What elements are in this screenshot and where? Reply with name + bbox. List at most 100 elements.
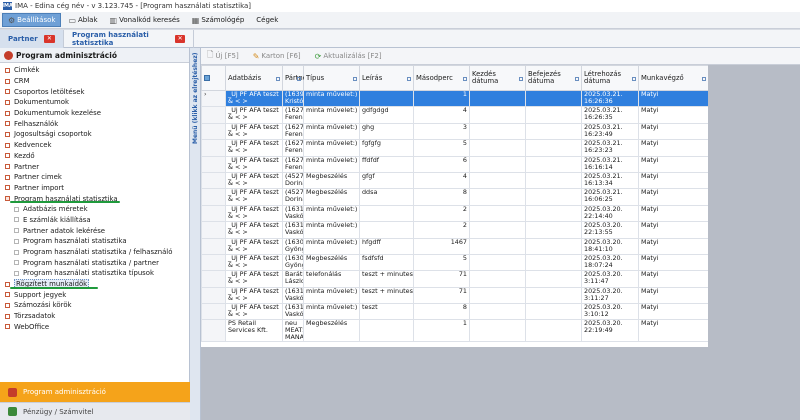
row-indicator[interactable]	[201, 204, 226, 223]
sidebar-item[interactable]: Kezdő	[0, 151, 189, 162]
table-row[interactable]: _Új PF ÁFA teszt & < >(16311 Vaskóminta …	[201, 221, 709, 239]
table-row[interactable]: _Új PF ÁFA teszt & < >(45277 DorinaMegbe…	[201, 188, 709, 206]
module-program-admin[interactable]: Program adminisztráció	[0, 382, 190, 402]
column-header[interactable]: Másodperc	[413, 65, 470, 91]
row-indicator[interactable]	[201, 171, 226, 190]
row-indicator[interactable]	[201, 270, 226, 288]
sidebar-item[interactable]: Kedvencek	[0, 140, 189, 151]
sidebar-item[interactable]: Törzsadatok	[0, 311, 189, 322]
menu-companies[interactable]: Cégek	[251, 13, 283, 27]
row-indicator[interactable]	[201, 188, 226, 206]
sidebar-item[interactable]: Dokumentumok kezelése	[0, 108, 189, 119]
sidebar-item[interactable]: Számozási körök	[0, 300, 189, 311]
menu-barcode-search[interactable]: ▥ Vonalkód keresés	[105, 13, 185, 27]
column-filter-icon[interactable]	[575, 77, 579, 81]
column-filter-icon[interactable]	[407, 77, 411, 81]
column-header[interactable]: Befejezés dátuma	[525, 65, 582, 91]
sidebar-item-label: Program használati statisztika típusok	[23, 269, 154, 278]
menu-settings[interactable]: ⚙ Beállítások	[2, 13, 62, 27]
column-header[interactable]: Típus	[303, 65, 360, 91]
table-row[interactable]: _Új PF ÁFA teszt & < >Baráth Lászlotelef…	[201, 270, 709, 288]
row-indicator[interactable]	[201, 122, 226, 141]
table-row[interactable]: _Új PF ÁFA teszt & < >(16306 GyöngyMegbe…	[201, 253, 709, 272]
table-row[interactable]: _Új PF ÁFA teszt & < >(16277 Ferencminta…	[201, 122, 709, 141]
menu-window[interactable]: ▭ Ablak	[63, 13, 102, 27]
close-icon[interactable]: ✕	[43, 34, 55, 43]
cell-sec: 5	[413, 139, 470, 157]
sidebar-item-label: Partner adatok lekérése	[23, 226, 106, 235]
sidebar-item[interactable]: Adatbázis méretek	[0, 204, 189, 215]
leaf-icon	[14, 270, 19, 276]
cell-db: _Új PF ÁFA teszt & < >	[225, 237, 283, 255]
sidebar-item[interactable]: Partner	[0, 161, 189, 172]
cell-worker: Matyi	[638, 122, 709, 141]
sidebar-item[interactable]: Cimkék	[0, 65, 189, 76]
row-indicator[interactable]: ›	[201, 89, 226, 108]
sidebar-item[interactable]: Partner import	[0, 183, 189, 194]
sidebar-item[interactable]: Program használati statisztika típusok	[0, 268, 189, 279]
row-indicator[interactable]	[201, 319, 226, 343]
row-indicator[interactable]	[201, 237, 226, 255]
table-row[interactable]: _Új PF ÁFA teszt & < >(16311 Vaskóminta …	[201, 303, 709, 321]
tab-program-usage-stats[interactable]: Program használati statisztika ✕	[64, 29, 194, 48]
refresh-button[interactable]: ⟳ Aktualizálás [F2]	[315, 52, 382, 61]
column-filter-icon[interactable]	[519, 77, 523, 81]
sidebar-item[interactable]: Program használati statisztika / felhasz…	[0, 247, 189, 258]
sidebar-item[interactable]: Program használati statisztika	[0, 236, 189, 247]
column-filter-icon[interactable]	[632, 77, 636, 81]
cell-sec: 5	[413, 253, 470, 272]
sidebar-item-label: Kedvencek	[14, 141, 52, 150]
column-header[interactable]: Pártner	[282, 65, 310, 91]
menu-hide-toggle[interactable]: Menü (klikk az elrejtéshez)	[190, 48, 201, 420]
row-indicator[interactable]	[201, 286, 226, 305]
column-filter-icon[interactable]	[276, 77, 280, 81]
table-row[interactable]: _Új PF ÁFA teszt & < >(16277 Ferencminta…	[201, 106, 709, 124]
column-filter-icon[interactable]	[463, 77, 467, 81]
sidebar-item[interactable]: Partner cimek	[0, 172, 189, 183]
table-row[interactable]: _Új PF ÁFA teszt & < >(16277 Ferencminta…	[201, 139, 709, 157]
tab-partner[interactable]: Partner ✕	[0, 29, 64, 48]
column-header[interactable]: Létrehozás dátuma	[581, 65, 639, 91]
row-indicator[interactable]	[201, 155, 226, 173]
column-filter-icon[interactable]	[297, 77, 301, 81]
table-row[interactable]: _Új PF ÁFA teszt & < >(16277 Ferencminta…	[201, 155, 709, 173]
folder-icon	[5, 99, 10, 105]
new-button[interactable]: 🗋 Új [F5]	[207, 49, 239, 63]
row-indicator[interactable]	[201, 106, 226, 124]
column-header[interactable]: Leírás	[359, 65, 414, 91]
row-indicator[interactable]	[201, 253, 226, 272]
sidebar-item[interactable]: Jogosultsági csoportok	[0, 129, 189, 140]
row-indicator[interactable]	[201, 139, 226, 157]
cell-db: _Új PF ÁFA teszt & < >	[225, 139, 283, 157]
column-filter-icon[interactable]	[353, 77, 357, 81]
sidebar-item[interactable]: E számlák kiállítása	[0, 215, 189, 226]
menu-calculator[interactable]: ▦ Számológép	[187, 13, 250, 27]
sidebar-item-label: CRM	[14, 77, 30, 86]
column-header[interactable]: Adatbázis	[225, 65, 283, 91]
select-all-corner[interactable]	[201, 65, 226, 91]
sidebar-item[interactable]: Program használati statisztika / partner	[0, 257, 189, 268]
sidebar-item[interactable]: WebOffice	[0, 322, 189, 333]
sidebar-item[interactable]: Support jegyek	[0, 289, 189, 300]
row-indicator[interactable]	[201, 221, 226, 239]
cell-worker: Matyi	[638, 139, 709, 157]
table-row[interactable]: _Új PF ÁFA teszt & < >(16311 Vaskóminta …	[201, 286, 709, 305]
table-row[interactable]: PS Retail Services Kft.neu MEATS MANAGMe…	[201, 319, 709, 343]
row-indicator[interactable]	[201, 303, 226, 321]
column-filter-icon[interactable]	[702, 77, 706, 81]
table-row[interactable]: _Új PF ÁFA teszt & < >(16306 Gyöngyminta…	[201, 237, 709, 255]
sidebar-item[interactable]: CRM	[0, 76, 189, 87]
sidebar-item[interactable]: Csoportos letöltések	[0, 86, 189, 97]
sidebar-item[interactable]: Dokumentumok	[0, 97, 189, 108]
sidebar-item[interactable]: Partner adatok lekérése	[0, 225, 189, 236]
card-button[interactable]: ✎ Karton [F6]	[253, 52, 301, 61]
table-row[interactable]: _Új PF ÁFA teszt & < >(16311 Vaskóminta …	[201, 204, 709, 223]
cell-start	[469, 253, 526, 272]
sidebar-item[interactable]: Felhasználók	[0, 118, 189, 129]
close-icon[interactable]: ✕	[175, 34, 185, 43]
column-header[interactable]: Kezdés dátuma	[469, 65, 526, 91]
table-row[interactable]: ›_Új PF ÁFA teszt & < >(16396 Kristófmin…	[201, 89, 709, 108]
table-row[interactable]: _Új PF ÁFA teszt & < >(45277 DorinaMegbe…	[201, 171, 709, 190]
column-header[interactable]: Munkavégző	[638, 65, 709, 91]
module-finance[interactable]: Pénzügy / Számvitel	[0, 402, 190, 420]
